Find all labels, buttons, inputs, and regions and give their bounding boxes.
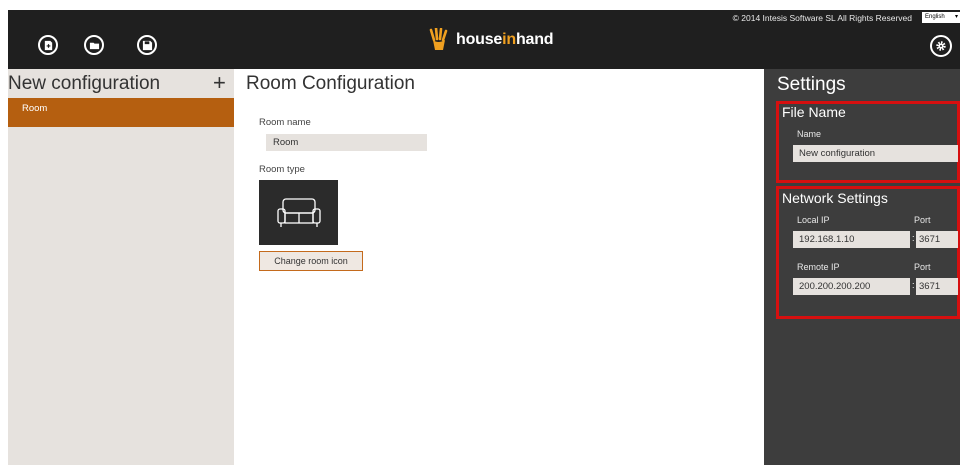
network-settings-section-title: Network Settings: [782, 190, 888, 206]
brand-logo: houseinhand: [428, 27, 554, 53]
name-label: Name: [797, 129, 822, 139]
settings-panel: Settings File Name Name Network Settings…: [764, 69, 960, 465]
add-room-button[interactable]: +: [213, 70, 226, 96]
change-room-icon-button[interactable]: Change room icon: [259, 251, 363, 271]
room-configuration-panel: Room Configuration Room name Room type C…: [234, 69, 764, 465]
copyright-text: © 2014 Intesis Software SL All Rights Re…: [732, 13, 912, 23]
settings-button[interactable]: [930, 35, 952, 57]
new-file-icon: [44, 40, 52, 50]
new-file-button[interactable]: [38, 35, 58, 55]
sofa-icon: [276, 197, 321, 227]
local-port-label: Port: [914, 215, 931, 225]
sidebar-title: New configuration: [8, 73, 161, 94]
local-ip-port-separator: :: [912, 233, 915, 243]
gear-icon: [936, 41, 946, 51]
settings-title: Settings: [777, 74, 846, 95]
remote-port-label: Port: [914, 262, 931, 272]
remote-ip-label: Remote IP: [797, 262, 840, 272]
remote-port-input[interactable]: [916, 278, 958, 295]
local-ip-input[interactable]: [793, 231, 910, 248]
remote-ip-input[interactable]: [793, 278, 910, 295]
room-name-label: Room name: [259, 117, 311, 128]
open-folder-icon: [89, 42, 99, 49]
save-icon: [142, 40, 152, 50]
page-title: Room Configuration: [246, 73, 415, 94]
local-port-input[interactable]: [916, 231, 958, 248]
room-type-image[interactable]: [259, 180, 338, 245]
open-folder-button[interactable]: [84, 35, 104, 55]
room-name-input[interactable]: [266, 134, 427, 151]
chevron-down-icon: ▾: [954, 14, 958, 20]
remote-ip-port-separator: :: [912, 280, 915, 290]
save-button[interactable]: [137, 35, 157, 55]
language-value: English: [925, 14, 945, 20]
file-name-section-title: File Name: [782, 104, 846, 120]
sidebar-item-room[interactable]: Room: [8, 98, 234, 127]
room-type-label: Room type: [259, 164, 305, 175]
hand-logo-icon: [429, 28, 448, 50]
top-bar: houseinhand © 2014 Intesis Software SL A…: [8, 10, 960, 69]
configuration-sidebar: New configuration + Room: [8, 69, 234, 465]
language-select[interactable]: English ▾: [922, 12, 960, 23]
file-name-input[interactable]: [793, 145, 958, 162]
brand-name: houseinhand: [456, 31, 554, 48]
local-ip-label: Local IP: [797, 215, 830, 225]
